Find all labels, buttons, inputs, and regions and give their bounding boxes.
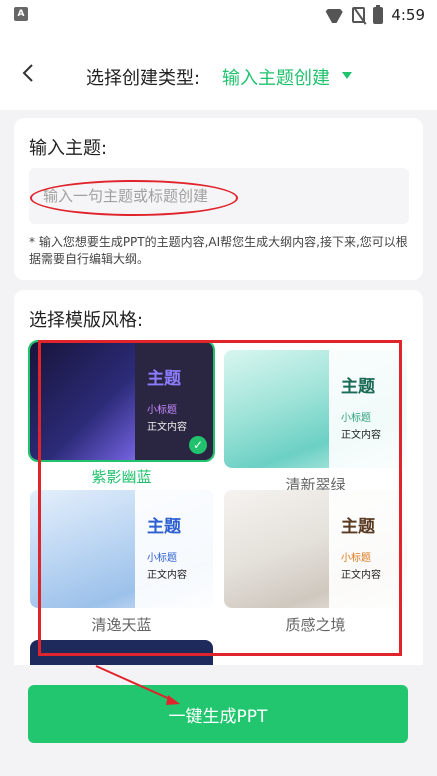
wifi-icon bbox=[324, 7, 344, 23]
template-preview-panel: 主题 小标题 正文内容 bbox=[329, 490, 407, 608]
template-thumbnail: 主题 小标题 正文内容 bbox=[30, 490, 213, 608]
template-card: 选择模版风格: 主题 小标题 正文内容 ✓ 紫影幽蓝 主题 小标题 正文内容 清… bbox=[14, 290, 423, 690]
topic-label: 输入主题: bbox=[29, 138, 108, 159]
template-subtitle: 小标题 bbox=[147, 405, 177, 416]
template-item-blue[interactable]: 主题 小标题 正文内容 清逸天蓝 bbox=[30, 490, 213, 635]
template-name: 紫影幽蓝 bbox=[91, 468, 152, 486]
template-thumbnail: 主题 小标题 正文内容 bbox=[224, 490, 407, 608]
template-title: 主题 bbox=[341, 517, 375, 537]
status-icons: 4:59 bbox=[324, 4, 425, 25]
check-icon: ✓ bbox=[189, 436, 207, 454]
template-title: 主题 bbox=[147, 517, 181, 537]
app-notification-icon: A bbox=[14, 7, 28, 21]
template-subtitle: 小标题 bbox=[147, 553, 177, 564]
template-thumbnail: 主题 小标题 正文内容 bbox=[224, 350, 407, 468]
no-sim-icon bbox=[352, 7, 366, 23]
template-subtitle: 小标题 bbox=[341, 553, 371, 564]
template-name: 质感之境 bbox=[285, 616, 346, 634]
template-body: 正文内容 bbox=[147, 422, 187, 433]
template-item-purple[interactable]: 主题 小标题 正文内容 ✓ 紫影幽蓝 bbox=[28, 340, 215, 487]
template-item-green[interactable]: 主题 小标题 正文内容 清新翠绿 bbox=[224, 350, 407, 495]
header: 选择创建类型: 输入主题创建 bbox=[0, 30, 437, 110]
template-title: 主题 bbox=[341, 377, 375, 397]
template-item-beige[interactable]: 主题 小标题 正文内容 质感之境 bbox=[224, 490, 407, 635]
status-bar: A 4:59 bbox=[0, 0, 437, 30]
topic-input[interactable] bbox=[29, 168, 409, 224]
page-title: 选择创建类型: bbox=[86, 68, 201, 89]
template-label: 选择模版风格: bbox=[29, 310, 144, 331]
template-body: 正文内容 bbox=[147, 570, 187, 581]
template-thumbnail: 主题 小标题 正文内容 ✓ bbox=[28, 340, 215, 462]
battery-icon bbox=[373, 4, 384, 24]
template-body: 正文内容 bbox=[341, 570, 381, 581]
template-preview-panel: 主题 小标题 正文内容 bbox=[135, 490, 213, 608]
caret-down-icon[interactable] bbox=[342, 72, 352, 79]
create-type-dropdown[interactable]: 输入主题创建 bbox=[222, 64, 330, 90]
topic-hint: * 输入您想要生成PPT的主题内容,AI帮您生成大纲内容,接下来,您可以根据需要… bbox=[29, 235, 408, 266]
template-preview-panel: 主题 小标题 正文内容 bbox=[329, 350, 407, 468]
generate-ppt-button[interactable]: 一键生成PPT bbox=[28, 685, 408, 743]
template-title: 主题 bbox=[147, 369, 181, 389]
status-time: 4:59 bbox=[391, 6, 425, 24]
topic-card: 输入主题: * 输入您想要生成PPT的主题内容,AI帮您生成大纲内容,接下来,您… bbox=[14, 118, 423, 280]
template-body: 正文内容 bbox=[341, 430, 381, 441]
template-subtitle: 小标题 bbox=[341, 413, 371, 424]
template-name: 清逸天蓝 bbox=[91, 616, 152, 634]
back-arrow-icon[interactable] bbox=[18, 62, 40, 84]
